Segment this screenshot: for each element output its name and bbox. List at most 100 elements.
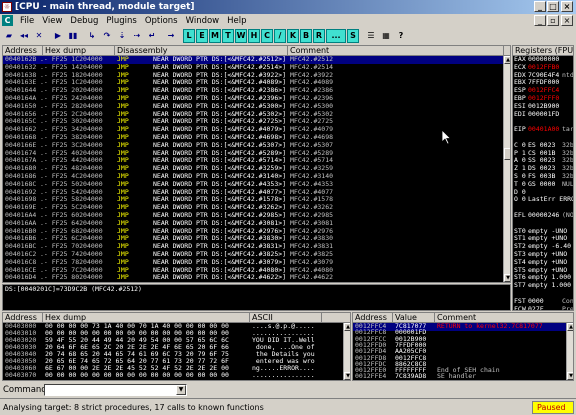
restart-icon[interactable]: ◂◂ (17, 29, 31, 43)
disassembly-scrollbar[interactable]: ▲ ▼ (503, 56, 510, 282)
memory-window-button[interactable]: M (209, 28, 221, 43)
disassembly-pane[interactable]: Address Hex dump Disassembly Comment 004… (2, 45, 511, 283)
scroll-up-icon[interactable]: ▲ (504, 56, 510, 64)
grid-icon[interactable]: ▦ (379, 29, 393, 43)
call-stack-window-button[interactable]: K (287, 28, 299, 43)
cpu-window-icon: C (2, 15, 13, 26)
register-value: 00000246 (528, 211, 560, 219)
ollydbg-bug-icon: ☼ (2, 2, 12, 12)
dump-pane[interactable]: Address Hex dump ASCII 00403000 00 00 00 … (2, 312, 351, 381)
register-row[interactable]: EDI 000001FD (514, 110, 573, 119)
stack-listing[interactable]: 0012FFC4 7C817077 RETURN to kernel32.7C817… (353, 322, 566, 381)
register-comment: NULL (562, 179, 574, 188)
info-pane: DS:[0040201C]=73D9C2B (MFC42.#2512) (2, 284, 511, 311)
scroll-up-icon[interactable]: ▲ (344, 323, 350, 331)
dump-hex: 00 00 00 00 00 00 00 00 00 00 00 00 00 0… (45, 371, 229, 379)
menu-view[interactable]: View (38, 16, 66, 26)
open-icon[interactable]: ▰ (2, 29, 16, 43)
stack-comment: SE handler (437, 372, 477, 381)
register-name: O 0 (514, 195, 526, 204)
title-bar: ☼ [CPU - main thread, module target] _ □… (0, 0, 576, 14)
status-text: Analysing target: 8 strict procedures, 1… (3, 402, 264, 412)
pause-icon[interactable]: ▮▮ (66, 29, 80, 43)
register-name: ST7 (514, 281, 526, 290)
threads-window-button[interactable]: T (222, 28, 234, 43)
info-line: DS:[0040201C]=73D9C2B (MFC42.#2512) (5, 285, 142, 293)
register-row[interactable]: EIP00401A00target.<Modu (514, 125, 574, 134)
register-name: EFL (514, 211, 526, 219)
menu-plugins[interactable]: Plugins (102, 16, 140, 26)
row-comment: MFC42.#4424 (290, 281, 333, 282)
register-value: GS 0000 (528, 179, 556, 188)
register-name: EIP (514, 125, 526, 134)
windows-window-button[interactable]: W (235, 28, 247, 43)
row-mnemonic: JMP (117, 281, 129, 282)
source-window-button[interactable]: S (347, 28, 359, 43)
chevron-down-icon[interactable]: ▼ (176, 385, 186, 395)
step-into-icon[interactable]: ↳ (85, 29, 99, 43)
go-to-address-icon[interactable]: → (164, 29, 178, 43)
help-icon[interactable]: ? (394, 29, 408, 43)
breakpoints-window-button[interactable]: B (300, 28, 312, 43)
minimize-button[interactable]: _ (534, 1, 546, 12)
status-bar: Analysing target: 8 strict procedures, 1… (0, 398, 576, 415)
row-address: 004016DA (5, 281, 36, 282)
disassembly-listing[interactable]: 0040162B .- FF25 1C204000 JMP NEAR DWORD PT… (3, 55, 503, 282)
close-button[interactable]: × (561, 1, 573, 12)
scroll-thumb[interactable] (504, 148, 510, 160)
stack-address: 0012FFE4 (355, 372, 387, 381)
run-icon[interactable]: ▶ (51, 29, 65, 43)
execute-till-return-icon[interactable]: ↵ (145, 29, 159, 43)
log-window-button[interactable]: L (183, 28, 195, 43)
handles-window-button[interactable]: H (248, 28, 260, 43)
menu-window[interactable]: Window (182, 16, 224, 26)
register-comment: ntdll.KiFastSys (562, 70, 574, 79)
register-name: FCW (514, 304, 526, 311)
register-value: LastErr ERROR_SUC (528, 195, 574, 204)
menu-bar: C File View Debug Plugins Options Window… (0, 14, 576, 27)
scroll-up-icon[interactable]: ▲ (567, 323, 573, 331)
scroll-down-icon[interactable]: ▼ (504, 274, 510, 282)
mouse-cursor-icon (442, 130, 452, 145)
dump-scrollbar[interactable]: ▲ ▼ (343, 323, 350, 380)
command-bar: Command : ▼ (0, 383, 576, 397)
run-trace-window-button[interactable]: ... (326, 28, 346, 43)
command-input[interactable]: ▼ (44, 384, 187, 396)
cpu-window-button[interactable]: C (261, 28, 273, 43)
register-row[interactable]: O 0LastErr ERROR_SUC (514, 195, 574, 204)
register-row[interactable]: FCW027F Prec (514, 304, 573, 311)
close-program-icon[interactable]: ✕ (32, 29, 46, 43)
disasm-row[interactable]: 004016DA .- FF25 84204000 JMP NEAR DWORD PT… (5, 281, 333, 282)
modules-window-button[interactable]: E (196, 28, 208, 43)
scroll-down-icon[interactable]: ▼ (344, 372, 350, 380)
references-window-button[interactable]: R (313, 28, 325, 43)
menu-file[interactable]: File (16, 16, 38, 26)
register-value: empty 1.000 (528, 281, 572, 290)
scroll-down-icon[interactable]: ▼ (567, 372, 573, 380)
trace-over-icon[interactable]: ⇢ (130, 29, 144, 43)
menu-options[interactable]: Options (141, 16, 182, 26)
patches-window-button[interactable]: / (274, 28, 286, 43)
stack-scrollbar[interactable]: ▲ ▼ (566, 323, 573, 380)
stack-pane[interactable]: Address Value Comment 0012FFC4 7C817077 RE… (352, 312, 574, 381)
menu-help[interactable]: Help (223, 16, 250, 26)
stack-row[interactable]: 0012FFE4 7C839AD8 SE handler (353, 372, 566, 381)
registers-pane[interactable]: Registers (FPU) EAX 00000000 ECX 0012FFB0 ED… (512, 45, 574, 311)
register-row[interactable]: EFL00000246(NO,NB,E (514, 211, 573, 220)
mdi-close-button[interactable]: × (561, 15, 573, 26)
list-icon[interactable]: ☰ (364, 29, 378, 43)
menu-debug[interactable]: Debug (66, 16, 102, 26)
dump-row[interactable]: 00403070 00 00 00 00 00 00 00 00 00 00 00… (3, 371, 343, 380)
step-over-icon[interactable]: ↷ (100, 29, 114, 43)
mdi-minimize-button[interactable]: _ (534, 15, 546, 26)
maximize-button[interactable]: □ (547, 1, 559, 12)
row-hex: .- FF25 84204000 (40, 281, 103, 282)
trace-into-icon[interactable]: ⇣ (115, 29, 129, 43)
register-row[interactable]: ST7 empty 1.000 (514, 281, 573, 290)
register-value: 00401A00 (528, 125, 560, 134)
dump-listing[interactable]: 00403000 00 00 00 00 73 1A 40 00 70 1A 40… (3, 322, 343, 380)
mdi-restore-button[interactable]: ▫ (547, 15, 559, 26)
register-comment: target.<Modu (562, 125, 574, 134)
row-operand: NEAR DWORD PTR DS:[<&MFC42.#4424>] (153, 281, 286, 282)
toolbar: ▰ ◂◂ ✕ ▶ ▮▮ ↳ ↷ ⇣ ⇢ ↵ → L E M T W H C / … (0, 27, 576, 44)
